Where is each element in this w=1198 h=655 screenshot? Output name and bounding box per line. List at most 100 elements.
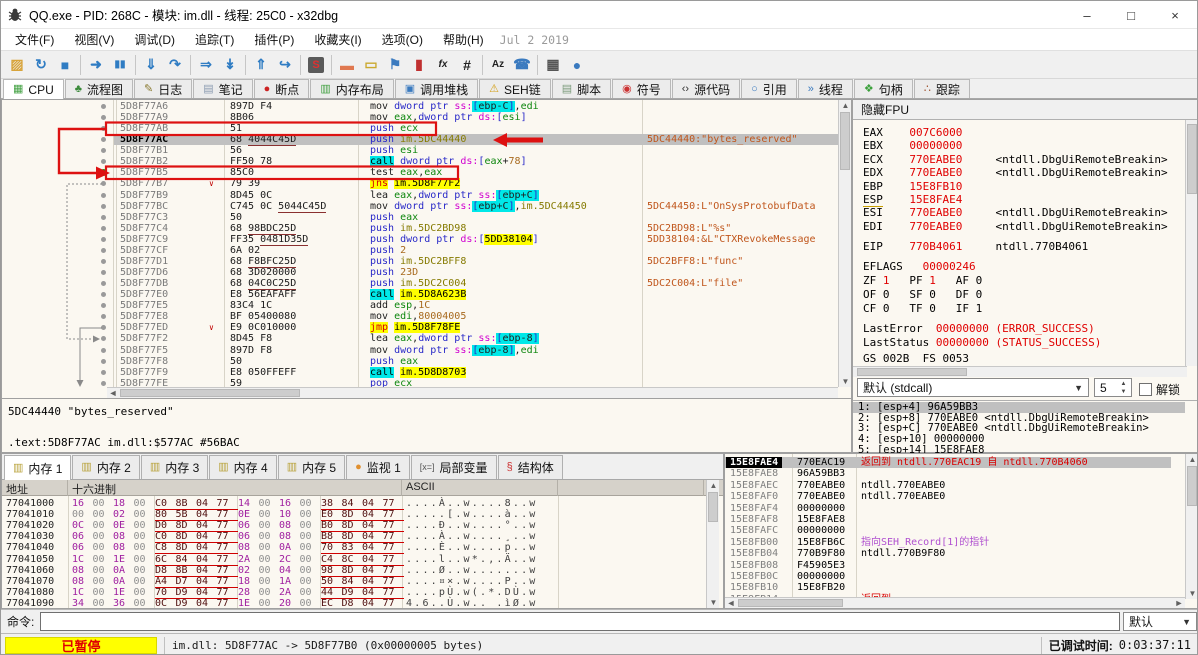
stack-row[interactable]: 15E8FB04 770B9F80 ntdll.770B9F80 [725, 548, 1171, 559]
dump-tab-内存-2[interactable]: ▥ 内存 2 [72, 455, 140, 479]
tab-断点[interactable]: ● 断点 [253, 79, 310, 98]
row-dot[interactable] [101, 369, 106, 375]
comment-button[interactable]: ▭ [359, 53, 383, 77]
maximize-button[interactable]: □ [1109, 1, 1153, 29]
dump-row[interactable]: 77041010 00 00 02 00 80 5B 04 77 0E 00 10 00 E0 8D 04 77… [2, 509, 703, 522]
stack-row[interactable]: 15E8FB0C 00000000 [725, 571, 1171, 582]
scroll-up-icon[interactable]: ▲ [839, 100, 852, 111]
hide-fpu-button[interactable]: 隐藏FPU [853, 100, 1197, 120]
register-esp[interactable]: ESP 15E8FAE4 [863, 193, 962, 207]
run-button[interactable]: ➜ [84, 53, 108, 77]
dump-tab-内存-1[interactable]: ▥ 内存 1 [4, 455, 72, 480]
row-dot[interactable] [101, 380, 106, 386]
disasm-row[interactable]: 5D8F77F2 8D45 F8 lea eax,dword ptr ss:[ebp… [2, 333, 838, 345]
stack-row[interactable]: 15E8FAE4 770EAC19 返回到 ntdll.770EAC19 自 ntd… [725, 457, 1171, 469]
unlock-checkbox[interactable]: 解锁 [1139, 381, 1180, 398]
tab-seh链[interactable]: ⚠ SEH链 [479, 79, 551, 98]
disasm-row[interactable]: 5D8F77D6 68 3D020000 push 23D [2, 267, 838, 278]
notify-button[interactable]: ☎ [510, 53, 534, 77]
dump-vscrollbar[interactable]: ▲ ▼ [706, 480, 719, 608]
register-eflags[interactable]: EFLAGS 00000246 [863, 260, 976, 273]
menu-item[interactable]: 追踪(T) [185, 29, 244, 50]
stack-row[interactable]: 15E8FAF4 00000000 [725, 503, 1171, 514]
disasm-row[interactable]: 5D8F77F5 897D F8 mov dword ptr ss:[ebp-8],… [2, 344, 838, 356]
dump-tab-结构体[interactable]: § 结构体 [497, 455, 563, 479]
execute-till-return-button[interactable]: ⇑ [249, 53, 273, 77]
row-dot[interactable] [101, 358, 106, 364]
restart-button[interactable]: ↻ [29, 53, 53, 77]
disasm-row[interactable]: 5D8F77AC 68 4044C45D push im.5DC44440 5DC44… [2, 134, 838, 147]
disasm-row[interactable]: 5D8F77B9 8D45 0C lea eax,dword ptr ss:[ebp… [2, 189, 838, 201]
dump-row[interactable]: 77041050 1C 00 1E 00 6C 84 04 77 2A 00 2C 00 C4 8C 04 77… [2, 554, 703, 566]
stack-row[interactable]: 15E8FAFC 00000000 [725, 525, 1171, 536]
tab-内存布局[interactable]: ▥ 内存布局 [310, 79, 394, 98]
row-dot[interactable] [101, 159, 106, 165]
last-error[interactable]: LastError 00000000 (ERROR_SUCCESS) [863, 322, 1095, 335]
dump-row[interactable]: 77041040 06 00 08 00 C8 8D 04 77 08 00 0A 00 70 83 04 77… [2, 542, 703, 555]
dump-row[interactable]: 77041070 08 00 0A 00 A4 D7 04 77 18 00 1A 00 50 84 04 77… [2, 576, 703, 588]
disasm-vscrollbar[interactable]: ▲ ▼ [838, 100, 851, 387]
scroll-up-icon[interactable]: ▲ [1186, 454, 1197, 465]
stack-hscrollbar[interactable]: ◄ ► [725, 597, 1185, 608]
step-over-button[interactable]: ↷ [163, 53, 187, 77]
row-dot[interactable] [101, 214, 106, 220]
tab-脚本[interactable]: ▤ 脚本 [551, 79, 612, 98]
row-dot[interactable] [101, 192, 106, 198]
scroll-down-icon[interactable]: ▼ [1186, 588, 1197, 599]
menu-item[interactable]: 选项(O) [372, 29, 433, 50]
tab-笔记[interactable]: ▤ 笔记 [193, 79, 253, 98]
last-status[interactable]: LastStatus 00000000 (STATUS_SUCCESS) [863, 336, 1101, 349]
function-button[interactable]: fx [431, 53, 455, 77]
disasm-row[interactable]: 5D8F77BC C745 0C 5044C45D mov dword ptr ss… [2, 200, 838, 213]
attach-button[interactable]: ↪ [273, 53, 297, 77]
register-ebp[interactable]: EBP 15E8FB10 [863, 180, 962, 193]
stack-row[interactable]: 15E8FAE8 96A59BB3 [725, 468, 1171, 479]
scroll-left-icon[interactable]: ◄ [107, 388, 119, 398]
stop-on-system-breakpoint-button[interactable]: S [304, 53, 328, 77]
menu-item[interactable]: 文件(F) [5, 29, 64, 50]
scroll-down-icon[interactable]: ▼ [707, 597, 720, 608]
register-eip[interactable]: EIP 770B4061 ntdll.770B4061 [863, 240, 1088, 253]
row-dot[interactable] [101, 247, 106, 253]
argument-depth-stepper[interactable]: 5 ▲ ▼ [1094, 378, 1132, 397]
scroll-down-icon[interactable]: ▼ [839, 376, 852, 387]
row-dot[interactable] [101, 258, 106, 264]
menu-item[interactable]: 收藏夹(I) [304, 29, 371, 50]
stepper-arrows-icon[interactable]: ▲ ▼ [1117, 380, 1130, 396]
register-ebx[interactable]: EBX 00000000 [863, 139, 962, 152]
assemble-button[interactable]: Az [486, 53, 510, 77]
row-dot[interactable] [101, 225, 106, 231]
disasm-row[interactable]: 5D8F77F8 50 push eax [2, 356, 838, 367]
disasm-hscrollbar[interactable]: ◄ [107, 387, 838, 398]
run-to-user-code-button[interactable]: ↡ [218, 53, 242, 77]
dump-tab-监视-1[interactable]: ● 监视 1 [346, 455, 410, 479]
dump-row[interactable]: 77041080 1C 00 1E 00 70 D9 04 77 28 00 2A 00 44 D9 04 77… [2, 587, 703, 599]
disasm-row[interactable]: 5D8F77C4 68 98BDC25D push im.5DC2BD98 5DC2B… [2, 222, 838, 235]
checkbox-icon[interactable] [1139, 383, 1152, 396]
minimize-button[interactable]: – [1065, 1, 1109, 29]
disasm-row[interactable]: 5D8F77C3 50 push eax [2, 212, 838, 223]
row-dot[interactable] [101, 104, 106, 109]
menu-item[interactable]: 帮助(H) [433, 29, 494, 50]
row-dot[interactable] [101, 314, 106, 320]
shortcut-hash-button[interactable]: # [455, 53, 479, 77]
disasm-row[interactable]: 5D8F77A9 8B06 mov eax,dword ptr ds:[esi] [2, 112, 838, 123]
tab-跟踪[interactable]: ∴ 跟踪 [913, 79, 970, 98]
register-edx[interactable]: EDX 770EABE0 <ntdll.DbgUiRemoteBreakin> [863, 166, 1168, 179]
disasm-row[interactable]: 5D8F77C9 FF35 0481D35D push dword ptr ds:[… [2, 233, 838, 246]
disasm-row[interactable]: 5D8F77AB 51 push ecx [2, 123, 838, 134]
tab-线程[interactable]: » 线程 [797, 79, 853, 98]
scroll-up-icon[interactable]: ▲ [707, 480, 720, 491]
dump-row[interactable]: 77041000 16 00 18 00 C0 8B 04 77 14 00 16 00 38 84 04 77… [2, 498, 703, 510]
stop-debug-button[interactable]: ■ [53, 53, 77, 77]
command-input[interactable] [40, 612, 1121, 631]
disasm-row[interactable]: 5D8F77E0 E8 56EAFAFF call im.5D8A623B [2, 289, 838, 301]
stack-row[interactable]: 15E8FAF0 770EABE0 ntdll.770EABE0 [725, 491, 1171, 502]
row-dot[interactable] [101, 203, 106, 209]
calling-convention-select[interactable]: 默认 (stdcall) ▼ [857, 378, 1089, 397]
dump-tab-局部变量[interactable]: [x=] 局部变量 [410, 455, 497, 479]
bookmark-button[interactable]: ▮ [407, 53, 431, 77]
menu-item[interactable]: 调试(D) [124, 29, 185, 50]
disasm-row[interactable]: 5D8F77CF 6A 02 push 2 [2, 245, 838, 256]
register-edi[interactable]: EDI 770EABE0 <ntdll.DbgUiRemoteBreakin> [863, 220, 1168, 233]
